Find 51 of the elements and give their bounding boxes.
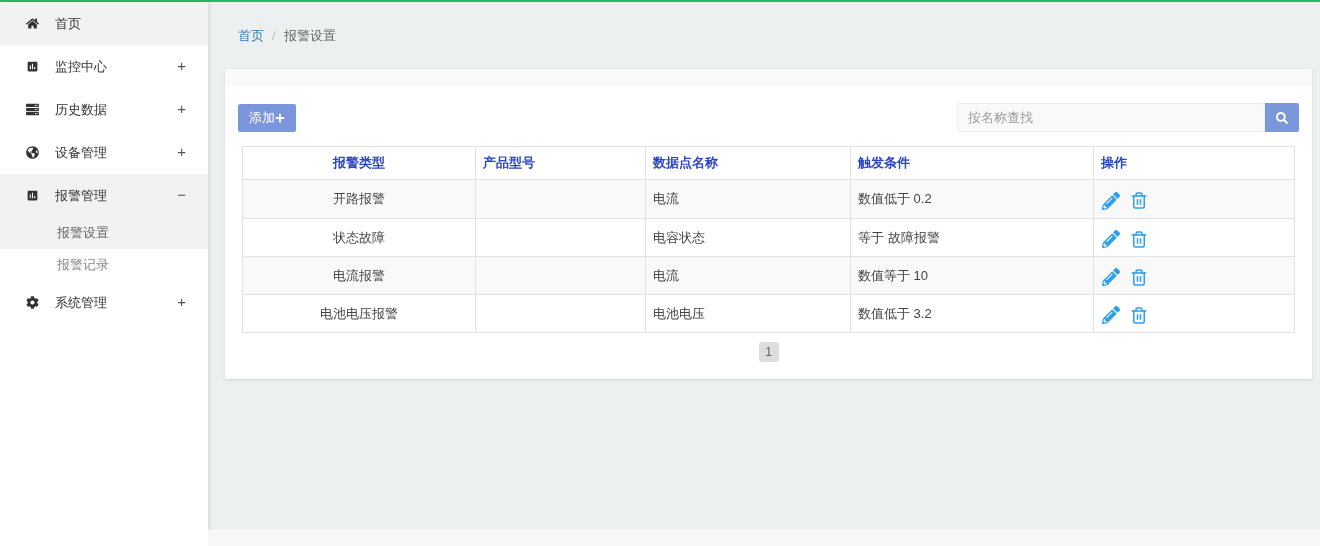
edit-icon[interactable] bbox=[1102, 268, 1120, 286]
trash-icon[interactable] bbox=[1130, 229, 1148, 249]
table-cell-text: 电池电压报警 bbox=[320, 304, 398, 323]
table-cell-text: 电流 bbox=[653, 190, 679, 209]
toggle-icon[interactable]: + bbox=[177, 55, 186, 78]
edit-icon[interactable] bbox=[1102, 306, 1120, 324]
plus-icon bbox=[275, 112, 285, 123]
breadcrumb-current: 报警设置 bbox=[283, 26, 336, 45]
table-cell-text: 电流 bbox=[653, 266, 679, 285]
column-header: 数据点名称 bbox=[653, 154, 718, 173]
table-cell-text: 数值等于 10 bbox=[858, 266, 929, 285]
chart-icon bbox=[26, 60, 39, 73]
column-header: 报警类型 bbox=[333, 154, 385, 173]
table-cell-text: 开路报警 bbox=[333, 190, 385, 209]
sidebar-item[interactable]: 设备管理 + bbox=[0, 131, 208, 174]
column-header: 触发条件 bbox=[858, 154, 910, 173]
globe-icon bbox=[26, 146, 39, 159]
table-cell-text: 状态故障 bbox=[333, 228, 385, 247]
search-field[interactable]: 按名称查找 bbox=[957, 103, 1265, 132]
chart-icon bbox=[26, 189, 39, 202]
table-cell-text: 电容状态 bbox=[653, 228, 705, 247]
search-icon bbox=[1276, 111, 1288, 124]
sidebar-item[interactable]: 报警管理 − bbox=[0, 174, 208, 217]
table-cell-text: 电池电压 bbox=[653, 304, 705, 323]
home-icon bbox=[26, 17, 39, 30]
trash-icon[interactable] bbox=[1130, 191, 1148, 210]
edit-icon[interactable] bbox=[1102, 191, 1120, 210]
sidebar-item[interactable]: 首页 bbox=[0, 2, 208, 45]
sidebar-item[interactable]: 历史数据 + bbox=[0, 88, 208, 131]
sidebar-item[interactable]: 系统管理 + bbox=[0, 281, 208, 324]
toggle-icon[interactable]: + bbox=[177, 141, 186, 164]
column-header: 操作 bbox=[1101, 154, 1127, 173]
edit-icon[interactable] bbox=[1102, 230, 1120, 248]
table-cell-text: 数值低于 0.2 bbox=[858, 190, 932, 209]
search-button[interactable] bbox=[1265, 103, 1299, 132]
server-icon bbox=[26, 103, 39, 116]
toggle-icon[interactable]: − bbox=[177, 184, 186, 207]
table-cell-text: 数值低于 3.2 bbox=[858, 304, 932, 323]
column-header: 产品型号 bbox=[483, 154, 535, 173]
settings-icon bbox=[26, 296, 39, 309]
trash-icon[interactable] bbox=[1130, 305, 1148, 325]
breadcrumb-link[interactable]: 首页 bbox=[238, 25, 264, 46]
sidebar-item[interactable]: 监控中心 + bbox=[0, 45, 208, 88]
table-cell-text: 等于 故障报警 bbox=[858, 228, 940, 247]
toggle-icon[interactable]: + bbox=[177, 291, 186, 314]
trash-icon[interactable] bbox=[1130, 267, 1148, 287]
sidebar-subitem[interactable]: 报警记录 bbox=[0, 249, 208, 281]
table-cell-text: 电流报警 bbox=[333, 266, 385, 285]
breadcrumb-separator: / bbox=[272, 26, 276, 45]
page-button[interactable]: 1 bbox=[758, 342, 779, 362]
toggle-icon[interactable]: + bbox=[177, 98, 186, 121]
